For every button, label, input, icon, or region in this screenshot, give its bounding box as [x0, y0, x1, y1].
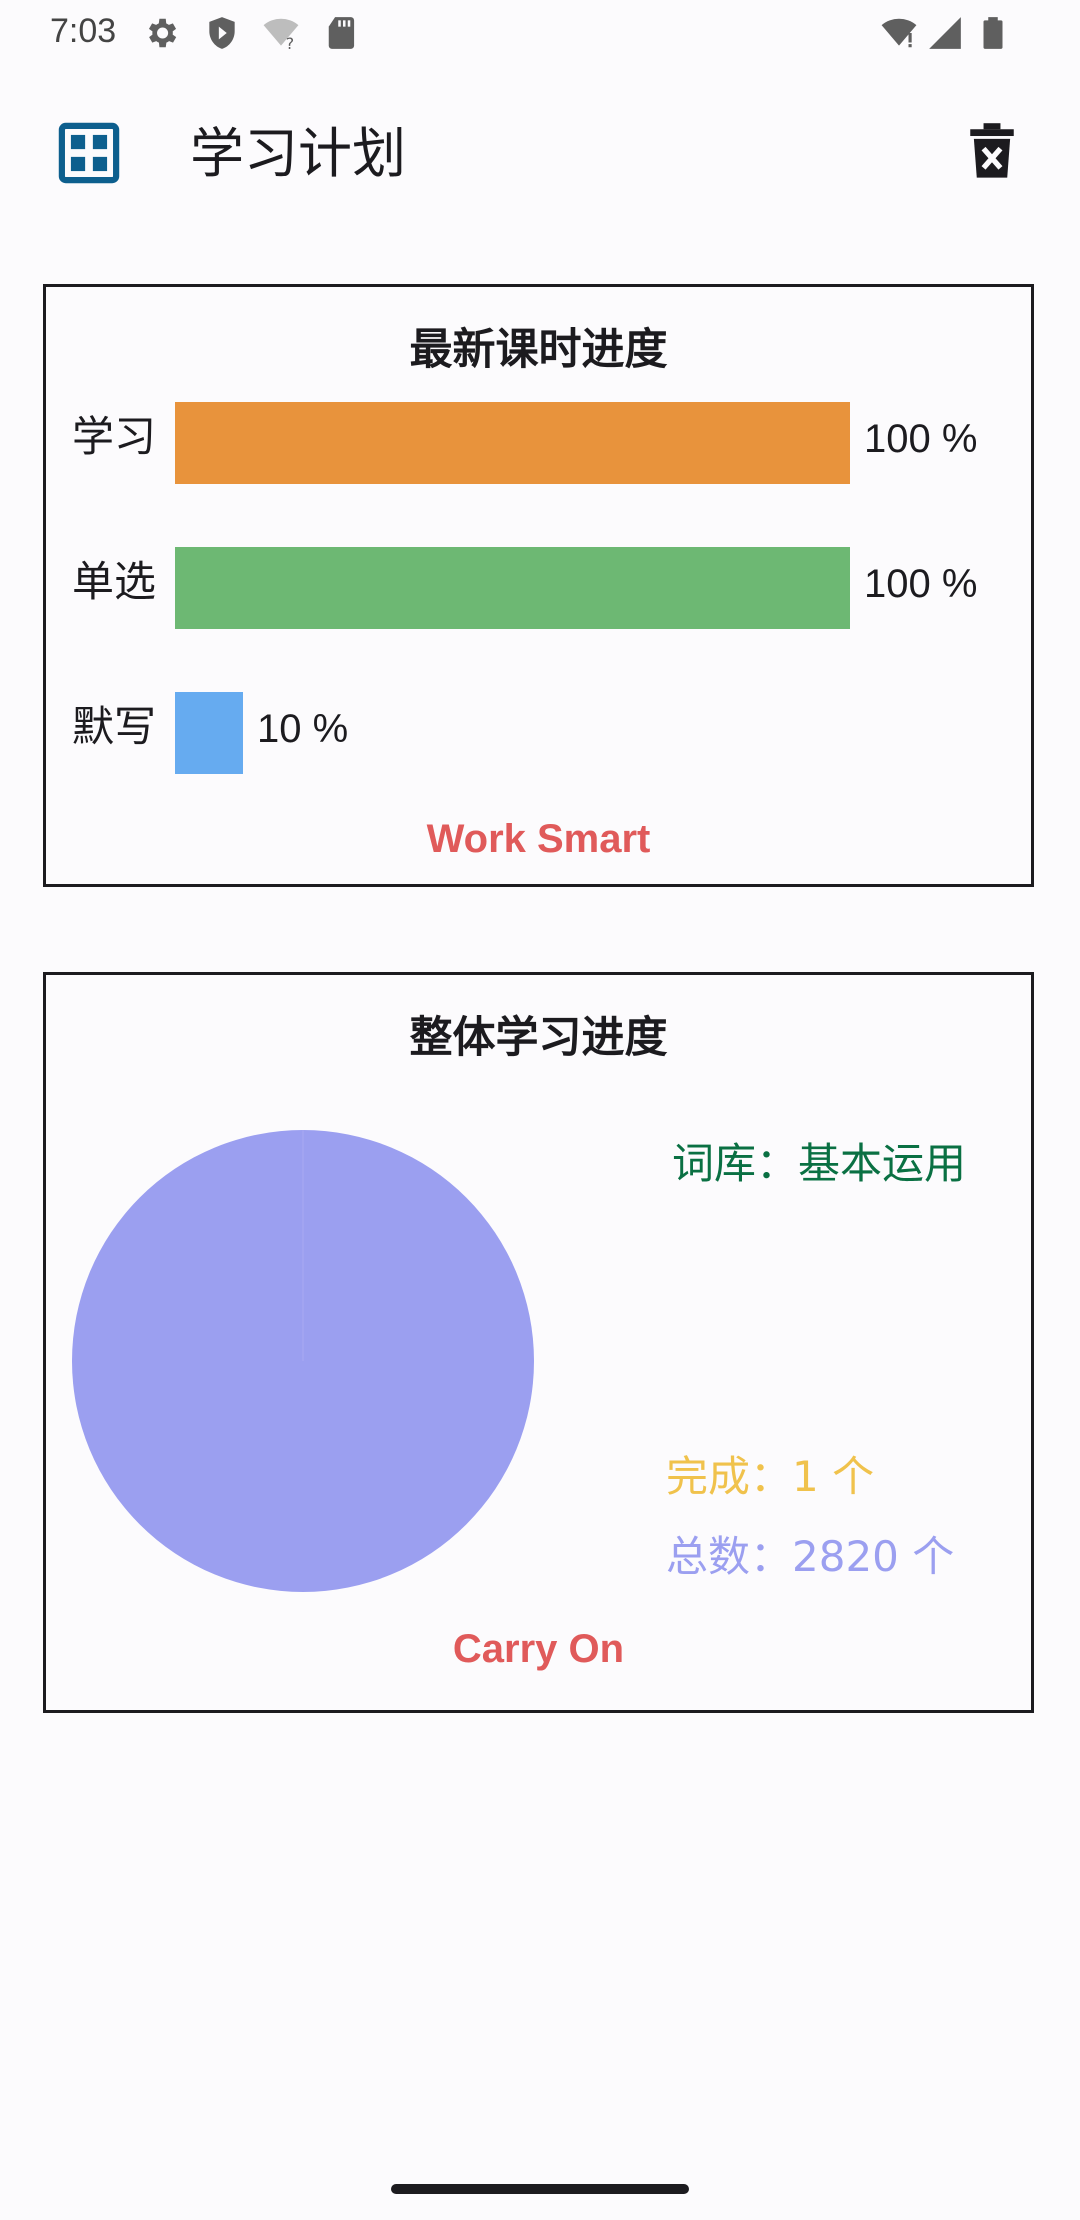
wifi-alert-icon	[881, 18, 917, 48]
signal-icon	[929, 17, 961, 49]
page-title: 学习计划	[190, 122, 406, 185]
wifi-question-icon: ?	[263, 18, 299, 52]
bar-label-study: 学习	[72, 412, 157, 461]
lesson-card-title: 最新课时进度	[409, 325, 668, 375]
sd-card-icon	[328, 17, 355, 49]
status-time: 7:03	[50, 12, 117, 50]
completed-count: 完成：1 个	[666, 1452, 875, 1501]
lesson-card-footer: Work Smart	[426, 817, 651, 861]
overall-card-footer: Carry On	[452, 1627, 625, 1671]
bar-label-single-choice: 单选	[72, 557, 157, 606]
app-bar: 学习计划	[0, 80, 1080, 230]
overall-card-title: 整体学习进度	[409, 1013, 668, 1063]
home-indicator[interactable]	[391, 2184, 689, 2194]
bar-single-choice	[175, 547, 850, 629]
delete-icon[interactable]	[966, 122, 1018, 180]
shield-icon	[209, 17, 235, 49]
grid-icon[interactable]	[58, 122, 120, 184]
bar-dictation	[175, 692, 243, 774]
bar-value-study: 100 %	[864, 417, 978, 461]
total-count: 总数：2820 个	[666, 1532, 955, 1581]
bar-value-dictation: 10 %	[257, 707, 349, 751]
bar-value-single-choice: 100 %	[864, 562, 978, 606]
gear-icon	[148, 18, 177, 48]
overall-progress-card: 整体学习进度 词库：基本运用 完成：1 个 总数：2820 个 Carry On	[43, 972, 1034, 1713]
status-bar: 7:03 ?	[0, 0, 1080, 68]
svg-text:?: ?	[286, 34, 294, 52]
lexicon-label: 词库：基本运用	[672, 1139, 967, 1188]
bar-label-dictation: 默写	[72, 702, 157, 751]
bar-study	[175, 402, 850, 484]
battery-icon	[983, 17, 1003, 49]
lesson-progress-card: 最新课时进度 学习 100 % 单选 100 % 默写 10 % Work Sm…	[43, 284, 1034, 887]
progress-pie-chart	[72, 1130, 534, 1592]
